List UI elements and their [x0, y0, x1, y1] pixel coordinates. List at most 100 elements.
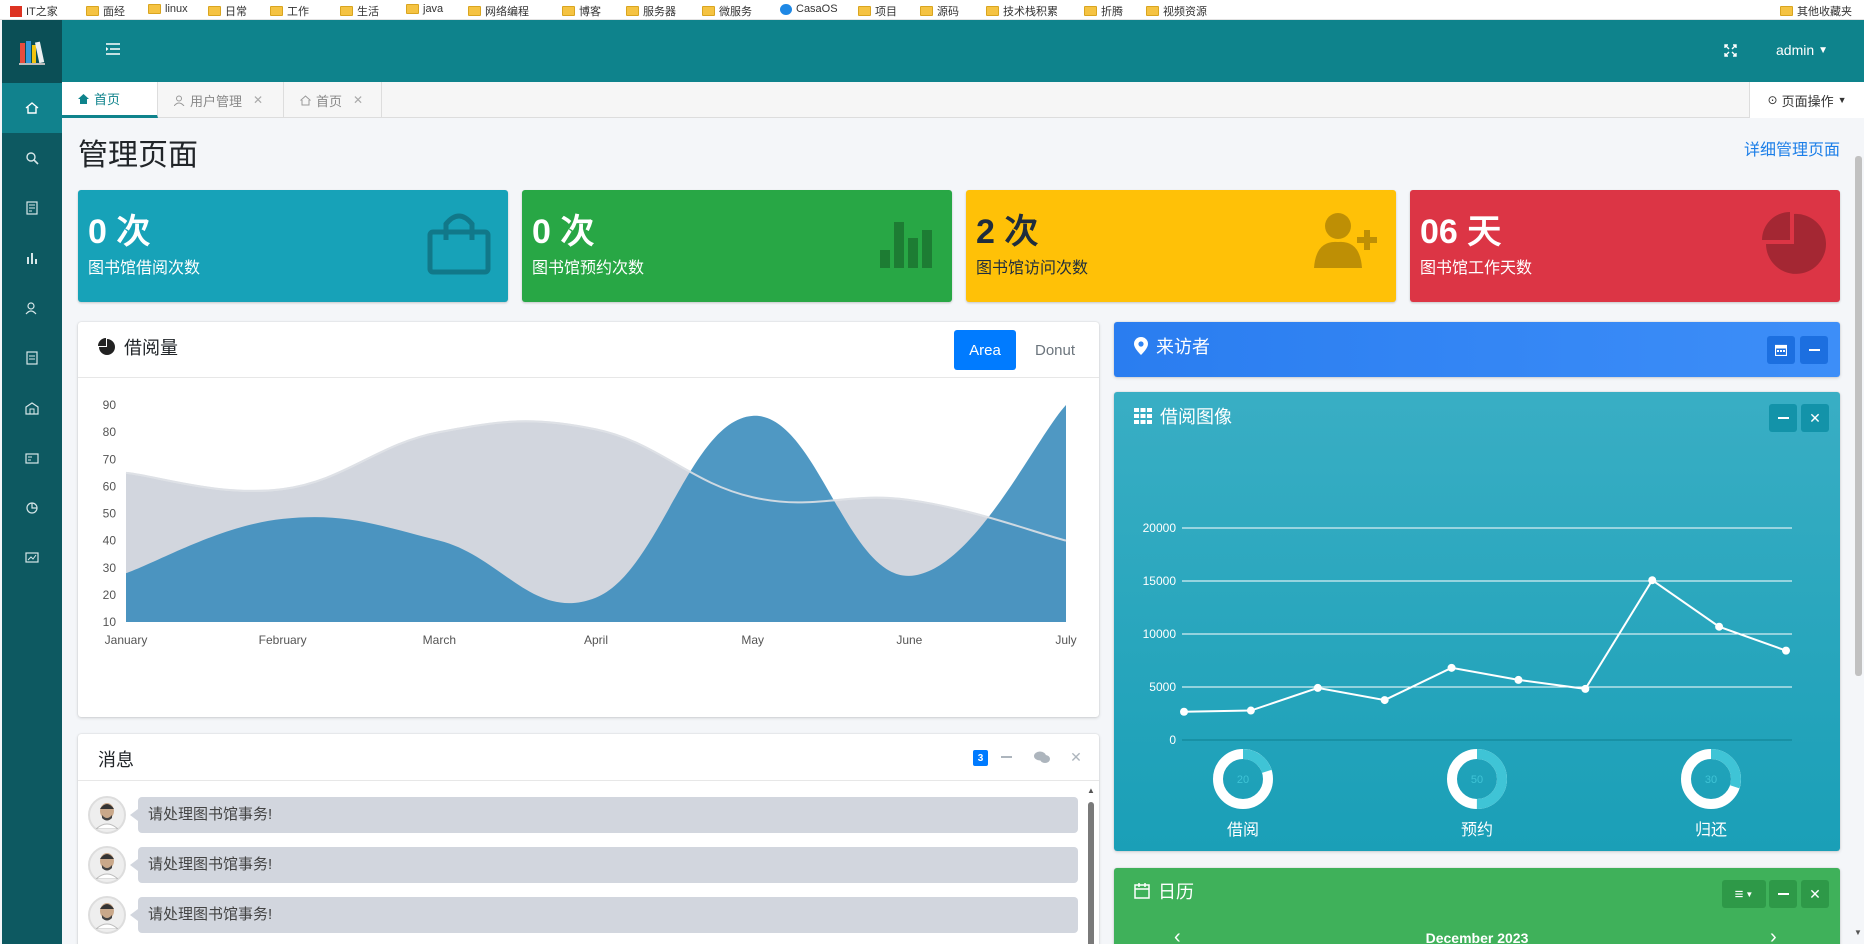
sidebar-item-records[interactable]: [2, 333, 62, 383]
scroll-up-icon[interactable]: ▲: [1087, 786, 1095, 795]
sidebar-item-search[interactable]: [2, 133, 62, 183]
close-button[interactable]: ✕: [1801, 404, 1829, 432]
page-scrollbar[interactable]: ▼: [1852, 120, 1864, 944]
menu-toggle-button[interactable]: [106, 42, 120, 60]
casaos-icon: [780, 3, 792, 15]
collapse-button[interactable]: [1769, 880, 1797, 908]
scroll-down-icon[interactable]: ▼: [1854, 928, 1862, 937]
bookmark-label: java: [423, 3, 444, 15]
close-button[interactable]: ✕: [1801, 880, 1829, 908]
sidebar-item-books[interactable]: [2, 183, 62, 233]
area-toggle-button[interactable]: Area: [954, 330, 1016, 370]
bookmark-item[interactable]: 服务器: [626, 3, 676, 19]
bookmark-item[interactable]: 其他收藏夹: [1780, 3, 1852, 19]
bookmark-item[interactable]: 折腾: [1084, 3, 1123, 19]
bookmark-item[interactable]: 视频资源: [1146, 3, 1207, 19]
card-title-text: 借阅图像: [1160, 407, 1232, 427]
donut-label: 预约: [1460, 822, 1493, 839]
tab-label: 首页: [316, 93, 343, 109]
sidebar-item-cards[interactable]: [2, 433, 62, 483]
detail-management-link[interactable]: 详细管理页面: [1744, 136, 1840, 160]
message-item[interactable]: 请处理图书馆事务!: [88, 896, 1078, 934]
shopping-bag-icon: [427, 213, 491, 275]
bookmark-item[interactable]: 日常: [208, 3, 247, 19]
close-icon[interactable]: ✕: [353, 93, 363, 107]
bookmark-label: 博客: [579, 6, 601, 18]
document-icon: [26, 351, 38, 365]
folder-icon: [340, 6, 353, 16]
close-icon[interactable]: ✕: [253, 93, 263, 107]
bookmark-item[interactable]: CasaOS: [780, 3, 838, 15]
message-item[interactable]: 请处理图书馆事务!: [88, 796, 1078, 834]
line-point: [1313, 683, 1322, 692]
bar-chart-icon: [880, 222, 932, 268]
user-name: admin: [1776, 42, 1815, 58]
bookmark-item[interactable]: 技术栈积累: [986, 3, 1058, 19]
fullscreen-button[interactable]: [1724, 44, 1737, 62]
card-title: 消息: [98, 746, 134, 772]
bookmark-item[interactable]: 面经: [86, 3, 125, 19]
next-month-button[interactable]: ›: [1770, 926, 1777, 944]
collapse-button[interactable]: [1800, 336, 1828, 364]
bookmark-item[interactable]: 微服务: [702, 3, 752, 19]
scrollbar-thumb[interactable]: [1088, 802, 1094, 944]
sidebar-item-users[interactable]: [2, 283, 62, 333]
bookmark-item[interactable]: 博客: [562, 3, 601, 19]
x-tick-label: February: [259, 633, 307, 647]
bookmark-item[interactable]: linux: [148, 3, 188, 15]
tab-home-2[interactable]: 首页 ✕: [284, 82, 382, 118]
x-tick-label: January: [105, 633, 148, 647]
card-title: 日历: [1134, 878, 1194, 904]
bookmark-label: 折腾: [1101, 6, 1123, 18]
donut-toggle-button[interactable]: Donut: [1022, 330, 1088, 370]
folder-icon: [86, 6, 99, 16]
bookmark-item[interactable]: IT之家: [10, 3, 58, 19]
sidebar-item-monitor[interactable]: [2, 533, 62, 583]
sidebar-item-home[interactable]: [2, 83, 62, 133]
app-logo[interactable]: [2, 20, 62, 83]
target-icon: ⊙: [1767, 93, 1778, 107]
close-button[interactable]: ✕: [1066, 747, 1086, 767]
bookmark-label: 技术栈积累: [1003, 6, 1058, 18]
bookmark-item[interactable]: 网络编程: [468, 3, 529, 19]
caret-down-icon: ▼: [1837, 95, 1847, 105]
folder-icon: [1780, 6, 1793, 16]
bookmark-item[interactable]: 源码: [920, 3, 959, 19]
scrollbar[interactable]: ▲: [1086, 786, 1096, 944]
bookmark-label: 源码: [937, 6, 959, 18]
page-operations-menu[interactable]: ⊙ 页面操作 ▼: [1749, 82, 1864, 118]
bookmark-item[interactable]: 生活: [340, 3, 379, 19]
bookmark-item[interactable]: java: [406, 3, 443, 15]
search-icon: [26, 152, 39, 165]
expand-icon: [1724, 44, 1737, 57]
donut-stat: 20 借阅: [1198, 746, 1288, 846]
collapse-button[interactable]: [996, 747, 1016, 767]
collapse-button[interactable]: [1769, 404, 1797, 432]
tab-user-management[interactable]: 用户管理 ✕: [158, 82, 284, 118]
line-series: [1183, 578, 1787, 713]
sidebar-item-statistics[interactable]: [2, 233, 62, 283]
contacts-button[interactable]: [1031, 747, 1053, 767]
page-scrollbar-thumb[interactable]: [1855, 156, 1862, 676]
message-count-badge: 3: [973, 750, 988, 766]
message-item[interactable]: 请处理图书馆事务!: [88, 846, 1078, 884]
sidebar-item-reports[interactable]: [2, 483, 62, 533]
sidebar-item-library[interactable]: [2, 383, 62, 433]
y-tick-label: 30: [103, 561, 117, 575]
bookmark-item[interactable]: 项目: [858, 3, 897, 19]
bookmark-label: CasaOS: [796, 3, 838, 15]
calendar-menu-button[interactable]: ≡ ▼: [1722, 880, 1766, 908]
minus-icon: [1808, 349, 1820, 351]
tab-home[interactable]: 首页: [62, 82, 158, 118]
map-marker-icon: [1134, 337, 1148, 355]
user-menu[interactable]: admin ▼: [1776, 42, 1828, 58]
y-tick-label: 15000: [1143, 574, 1177, 588]
y-tick-label: 70: [103, 452, 117, 466]
x-tick-label: March: [423, 633, 456, 647]
avatar: [88, 846, 126, 884]
line-point: [1715, 622, 1724, 631]
stat-box-visit: 2 次 图书馆访问次数: [966, 190, 1396, 302]
folder-icon: [406, 4, 419, 14]
bookmark-item[interactable]: 工作: [270, 3, 309, 19]
date-range-button[interactable]: [1767, 336, 1795, 364]
